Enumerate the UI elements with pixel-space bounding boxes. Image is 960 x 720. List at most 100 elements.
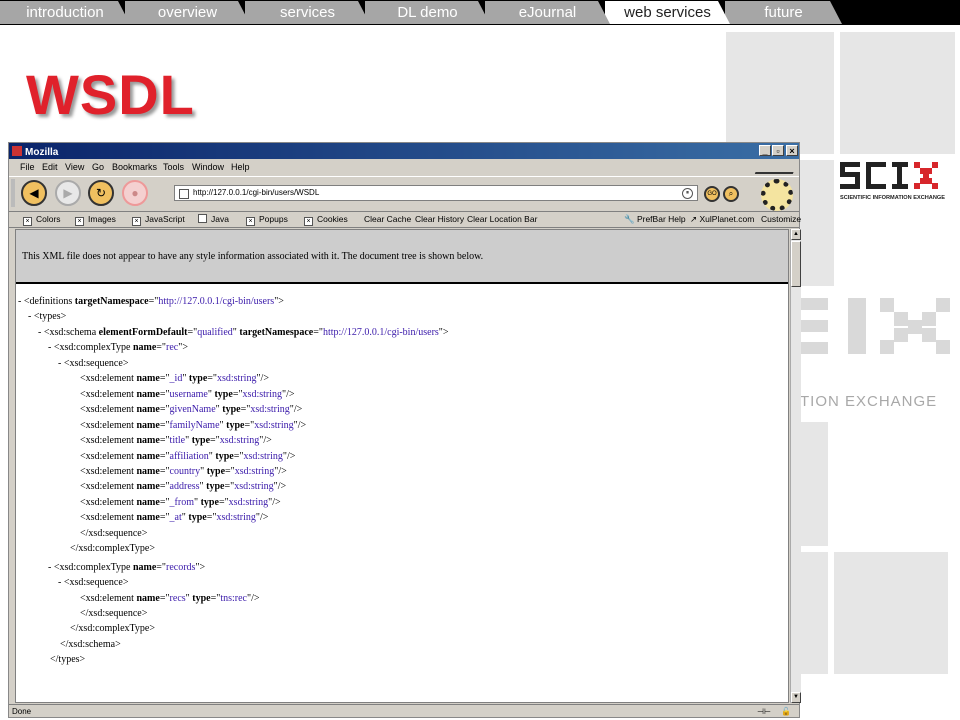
search-button[interactable]: ⌕ xyxy=(723,186,739,202)
xulplanet-link[interactable]: ↗ XulPlanet.com xyxy=(690,211,754,227)
xml-attr-value: affiliation xyxy=(169,450,209,462)
xml-line[interactable]: - <xsd:complexType name="rec"> xyxy=(48,340,188,355)
pref-colors[interactable]: × Colors xyxy=(23,211,61,227)
xml-line[interactable]: - <xsd:sequence> xyxy=(58,575,128,590)
minimize-button[interactable]: _ xyxy=(759,145,771,156)
xml-attr-value: records xyxy=(166,561,196,573)
clear-location-bar-button[interactable]: Clear Location Bar xyxy=(467,211,537,227)
menu-help[interactable]: Help xyxy=(231,160,250,175)
xml-bracket: > xyxy=(79,654,86,666)
xml-attr-name: type xyxy=(188,512,207,524)
stop-button[interactable]: ● xyxy=(122,180,148,206)
xml-attr-name: name xyxy=(136,435,160,447)
xml-tag-name: xsd:complexType xyxy=(59,561,131,573)
maximize-button[interactable]: ▫ xyxy=(772,145,784,156)
pref-images[interactable]: × Images xyxy=(75,211,116,227)
xml-tag-name: xsd:element xyxy=(85,419,134,431)
toolbar-grip[interactable] xyxy=(11,179,15,207)
xml-bracket: > xyxy=(182,342,188,354)
url-dropdown-icon[interactable]: ⏸ xyxy=(682,188,693,199)
pref-popups[interactable]: × Popups xyxy=(246,211,288,227)
navigation-toolbar: ◀ ▶ ↻ ● http://127.0.0.1/cgi-bin/users/W… xyxy=(9,176,799,212)
customize-link[interactable]: Customize xyxy=(761,211,801,227)
go-button[interactable]: GO xyxy=(704,186,720,202)
menu-go[interactable]: Go xyxy=(92,160,104,175)
menu-view[interactable]: View xyxy=(65,160,84,175)
pref-javascript[interactable]: × JavaScript xyxy=(132,211,185,227)
xml-attr-value: qualified xyxy=(197,326,233,338)
tab-web-services[interactable]: web services xyxy=(605,1,730,24)
xml-bracket: > xyxy=(278,296,284,307)
xml-tag-name: xsd:element xyxy=(85,373,134,385)
forward-button[interactable]: ▶ xyxy=(55,180,81,206)
pref-java[interactable]: Java xyxy=(198,211,229,227)
scroll-up-icon[interactable]: ▲ xyxy=(791,229,801,240)
xml-attr-name: name xyxy=(136,419,160,431)
xml-line: </xsd:sequence> xyxy=(80,606,147,621)
xml-line[interactable]: - <definitions targetNamespace="http://1… xyxy=(18,294,284,309)
checkbox-icon: × xyxy=(23,217,32,226)
pref-cookies[interactable]: × Cookies xyxy=(304,211,348,227)
clear-history-button[interactable]: Clear History xyxy=(415,211,464,227)
xml-attr-value: rec xyxy=(166,342,179,354)
menu-window[interactable]: Window xyxy=(192,160,224,175)
mozilla-throbber-icon[interactable] xyxy=(761,179,793,211)
xml-attr-value: username xyxy=(169,388,208,400)
xml-tag-name: xsd:element xyxy=(85,496,134,508)
xml-attr-name: type xyxy=(191,435,211,447)
xml-tag-name: xsd:element xyxy=(85,481,134,493)
xml-bracket: > xyxy=(60,311,67,323)
xml-bracket: /> xyxy=(297,419,307,431)
tab-introduction[interactable]: introduction xyxy=(0,1,130,24)
menu-edit[interactable]: Edit xyxy=(42,160,58,175)
tab-services[interactable]: services xyxy=(245,1,370,24)
xml-attr-value: xsd:string xyxy=(234,465,275,477)
xml-line[interactable]: - <xsd:sequence> xyxy=(58,356,128,371)
tab-dl-demo[interactable]: DL demo xyxy=(365,1,490,24)
xml-line: </xsd:sequence> xyxy=(80,526,147,541)
xml-tag-name: xsd:sequence xyxy=(88,608,142,619)
xml-line[interactable]: - <types> xyxy=(28,309,66,324)
xml-tag-name: xsd:element xyxy=(85,404,134,416)
xml-attr-name: targetNamespace xyxy=(239,326,314,338)
tab-ejournal[interactable]: eJournal xyxy=(485,1,610,24)
xml-line: <xsd:element name="recs" type="tns:rec"/… xyxy=(80,592,260,604)
xml-line: <xsd:element name="familyName" type="xsd… xyxy=(80,419,307,431)
xml-bracket: /> xyxy=(277,481,287,493)
xml-tag-name: xsd:sequence xyxy=(69,577,123,589)
xml-attr-name: name xyxy=(136,450,160,462)
logo-tagline-partial: TION EXCHANGE xyxy=(800,393,937,410)
vertical-scrollbar[interactable]: ▲ ▼ xyxy=(790,229,801,703)
checkbox-icon xyxy=(198,214,207,223)
page-content: This XML file does not appear to have an… xyxy=(15,229,789,703)
throbber-icon xyxy=(754,162,798,174)
clear-cache-button[interactable]: Clear Cache xyxy=(364,211,411,227)
xml-tag-name: xsd:sequence xyxy=(69,357,123,369)
url-bar[interactable]: http://127.0.0.1/cgi-bin/users/WSDL ⏸ xyxy=(174,185,698,201)
scroll-down-icon[interactable]: ▼ xyxy=(791,692,801,703)
xml-attr-value: _at xyxy=(169,512,182,524)
menu-tools[interactable]: Tools xyxy=(163,160,184,175)
xml-line[interactable]: - <xsd:schema elementFormDefault="qualif… xyxy=(38,325,449,340)
xml-tag-name: xsd:complexType xyxy=(78,543,150,555)
xml-attr-value: givenName xyxy=(169,404,216,416)
prefbar-help-link[interactable]: 🔧 PrefBar Help xyxy=(624,211,686,227)
back-button[interactable]: ◀ xyxy=(21,180,47,206)
menu-bookmarks[interactable]: Bookmarks xyxy=(112,160,157,175)
menu-file[interactable]: File xyxy=(20,160,35,175)
xml-attr-value: http://127.0.0.1/cgi-bin/users xyxy=(322,326,439,338)
reload-button[interactable]: ↻ xyxy=(88,180,114,206)
xml-attr-value: xsd:string xyxy=(250,404,290,416)
close-button[interactable]: × xyxy=(786,145,798,156)
xml-tag-name: xsd:element xyxy=(85,388,134,400)
tab-future[interactable]: future xyxy=(725,1,842,24)
xml-bracket: /> xyxy=(251,592,260,604)
xml-attr-value: tns:rec xyxy=(220,592,247,604)
tab-overview[interactable]: overview xyxy=(125,1,250,24)
xml-line[interactable]: - <xsd:complexType name="records"> xyxy=(48,560,205,575)
xml-line: <xsd:element name="affiliation" type="xs… xyxy=(80,450,296,462)
xml-attr-value: xsd:string xyxy=(243,450,283,462)
scroll-thumb[interactable] xyxy=(791,241,801,287)
deco-square xyxy=(726,32,834,154)
xml-bracket: /> xyxy=(286,388,295,400)
